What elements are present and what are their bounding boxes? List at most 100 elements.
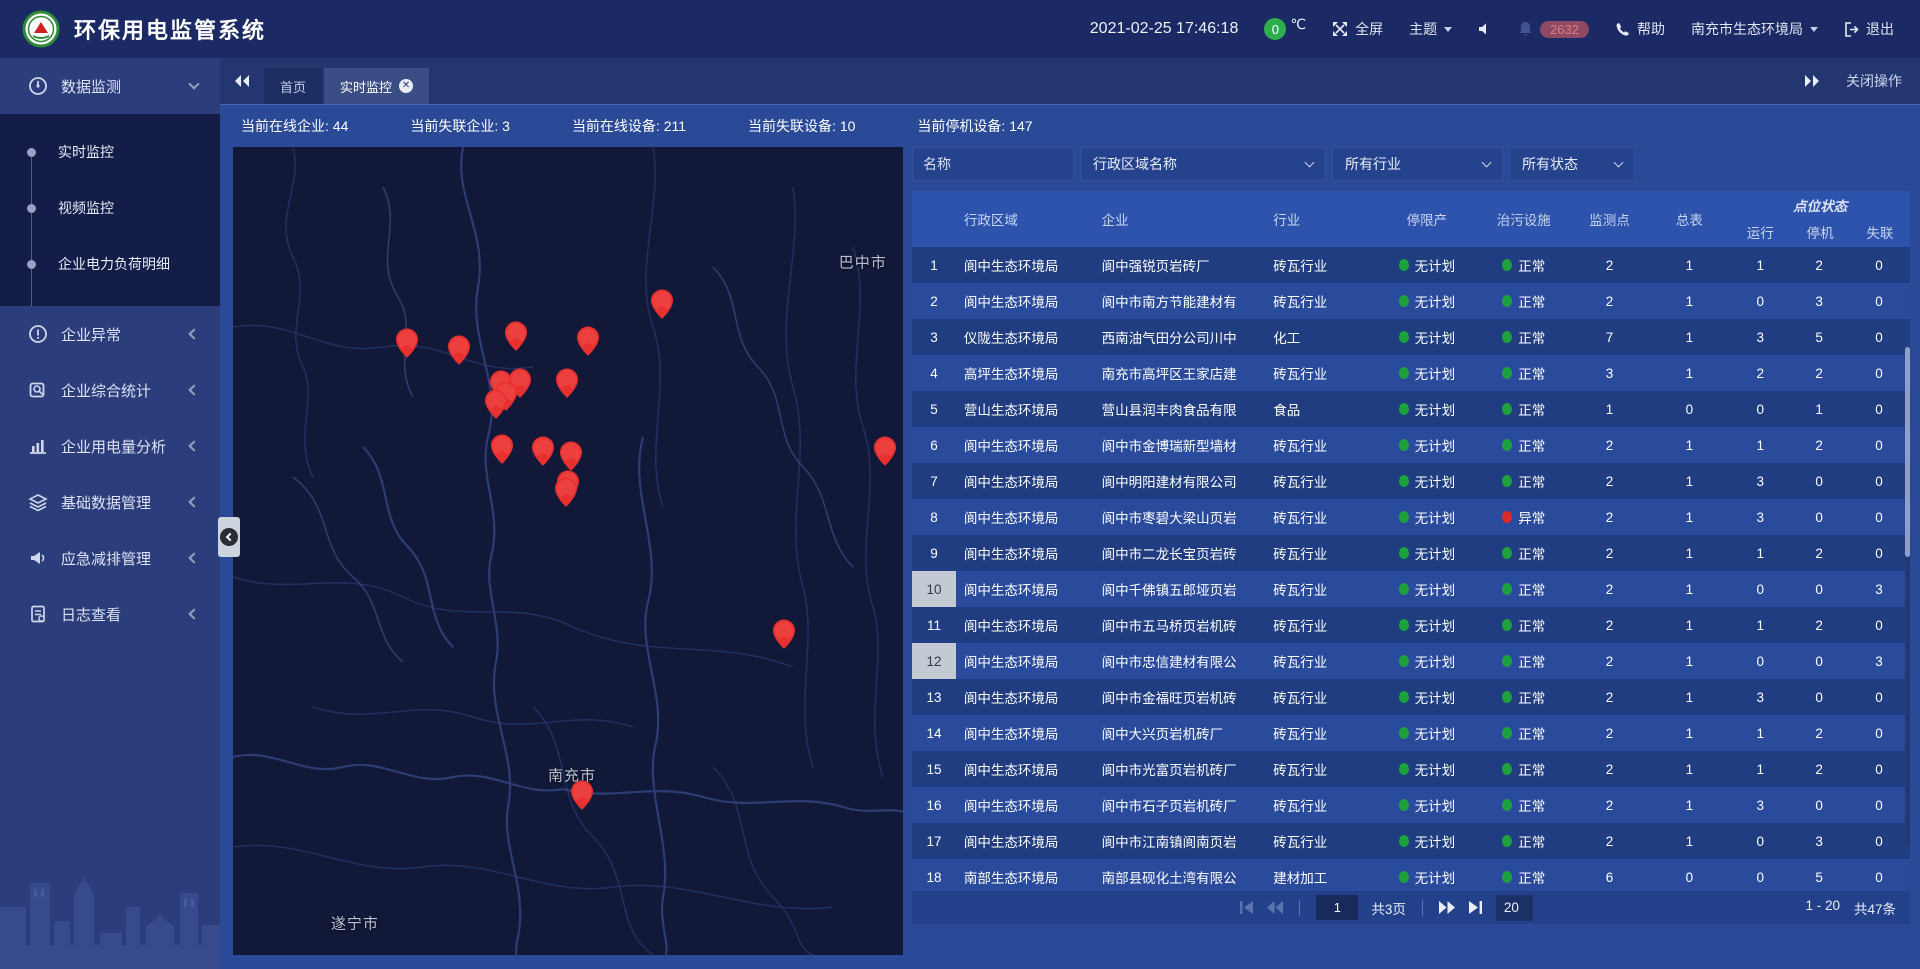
map-pin-7[interactable] <box>556 368 578 398</box>
table-row-13[interactable]: 13阆中生态环境局阆中市金福旺页岩机砖砖瓦行业无计划正常21300 <box>912 679 1910 715</box>
cell-run: 3 <box>1730 499 1790 535</box>
cell-industry: 砖瓦行业 <box>1265 427 1377 463</box>
facility-status-label: 正常 <box>1518 363 1545 383</box>
map-pin-12[interactable] <box>560 441 582 471</box>
cell-offline: 0 <box>1848 787 1910 823</box>
sidebar-item-6[interactable]: 日志查看 <box>0 586 220 642</box>
table-row-12[interactable]: 12阆中生态环境局阆中市忠信建材有限公砖瓦行业无计划正常21003 <box>912 643 1910 679</box>
first-page-button[interactable] <box>1239 901 1254 914</box>
cell-stop: 2 <box>1790 607 1848 643</box>
table-row-8[interactable]: 8阆中生态环境局阆中市枣碧大梁山页岩砖瓦行业无计划异常21300 <box>912 499 1910 535</box>
cell-region: 仪陇生态环境局 <box>956 319 1094 355</box>
cell-stop: 2 <box>1790 715 1848 751</box>
tabs-scroll-left-button[interactable] <box>220 58 264 104</box>
map-pin-9[interactable] <box>485 389 507 419</box>
col-facility-header: 治污设施 <box>1477 191 1571 247</box>
table-row-3[interactable]: 3仪陇生态环境局西南油气田分公司川中化工无计划正常71350 <box>912 319 1910 355</box>
table-row-7[interactable]: 7阆中生态环境局阆中明阳建材有限公司砖瓦行业无计划正常21300 <box>912 463 1910 499</box>
sidebar-subitem-0-2[interactable]: 企业电力负荷明细 <box>0 236 220 292</box>
app-root: 环保用电监管系统 2021-02-25 17:46:18 0 ℃ 全屏 主题 <box>0 0 1920 969</box>
right-panel: 行政区域名称 所有行业 所有状态 <box>912 147 1910 955</box>
table-row-5[interactable]: 5营山生态环境局营山县润丰肉食品有限食品无计划正常10010 <box>912 391 1910 427</box>
sidebar-subitem-0-0[interactable]: 实时监控 <box>0 124 220 180</box>
sidebar-item-0[interactable]: 数据监测 <box>0 58 220 114</box>
sidebar-item-4[interactable]: 基础数据管理 <box>0 474 220 530</box>
help-button[interactable]: 帮助 <box>1615 19 1665 39</box>
sidebar-subitem-0-1[interactable]: 视频监控 <box>0 180 220 236</box>
table-row-6[interactable]: 6阆中生态环境局阆中市金博瑞新型墙材砖瓦行业无计划正常21120 <box>912 427 1910 463</box>
sidebar-item-2[interactable]: 企业综合统计 <box>0 362 220 418</box>
map-pin-2[interactable] <box>505 321 527 351</box>
map-pin-11[interactable] <box>532 437 554 467</box>
table-row-18[interactable]: 18南部生态环境局南部县砚化土湾有限公建材加工无计划正常60050 <box>912 859 1910 891</box>
sidebar-collapse-button[interactable] <box>218 517 240 557</box>
map-pin-3[interactable] <box>577 326 599 356</box>
sidebar-item-3[interactable]: 企业用电量分析 <box>0 418 220 474</box>
sidebar-item-1[interactable]: 企业异常 <box>0 306 220 362</box>
map-pin-10[interactable] <box>491 434 513 464</box>
cell-meter: 1 <box>1648 715 1730 751</box>
cell-meter: 1 <box>1648 679 1730 715</box>
org-dropdown[interactable]: 南充市生态环境局 <box>1691 19 1818 39</box>
table-row-15[interactable]: 15阆中生态环境局阆中市光富页岩机砖厂砖瓦行业无计划正常21120 <box>912 751 1910 787</box>
map[interactable]: 巴中市南充市遂宁市 <box>233 147 903 955</box>
sidebar-item-5[interactable]: 应急减排管理 <box>0 530 220 586</box>
map-pin-1[interactable] <box>448 335 470 365</box>
status-dot-green-icon <box>1502 547 1512 559</box>
map-pin-0[interactable] <box>396 328 418 358</box>
map-city-label: 巴中市 <box>839 251 887 272</box>
bullet-icon <box>27 260 36 269</box>
status-filter-select[interactable]: 所有状态 <box>1509 147 1635 181</box>
chevron-left-icon <box>188 608 199 619</box>
cell-offline: 0 <box>1848 823 1910 859</box>
region-filter-select[interactable]: 行政区域名称 <box>1080 147 1326 181</box>
tab-close-icon[interactable]: ✕ <box>399 79 413 93</box>
table-row-9[interactable]: 9阆中生态环境局阆中市二龙长宝页岩砖砖瓦行业无计划正常21120 <box>912 535 1910 571</box>
map-pin-16[interactable] <box>773 619 795 649</box>
theme-dropdown[interactable]: 主题 <box>1409 19 1452 39</box>
map-pin-15[interactable] <box>874 437 896 467</box>
last-page-button[interactable] <box>1468 901 1483 914</box>
production-status-label: 无计划 <box>1415 795 1456 815</box>
table-scrollbar-track[interactable] <box>1905 347 1910 847</box>
status-dot-green-icon <box>1399 295 1409 307</box>
notifications[interactable]: 2632 <box>1518 21 1589 38</box>
map-pin-14[interactable] <box>555 477 577 507</box>
stat-value: 147 <box>1009 118 1032 134</box>
table-scrollbar-thumb[interactable] <box>1905 347 1910 557</box>
cell-production: 无计划 <box>1377 751 1477 787</box>
cell-production: 无计划 <box>1377 283 1477 319</box>
page-size-select[interactable]: 20 <box>1496 895 1533 921</box>
sidebar-item-label: 企业异常 <box>61 324 190 345</box>
table-row-10[interactable]: 10阆中生态环境局阆中千佛镇五郎垭页岩砖瓦行业无计划正常21003 <box>912 571 1910 607</box>
table-row-1[interactable]: 1阆中生态环境局阆中强锐页岩砖厂砖瓦行业无计划正常21120 <box>912 247 1910 283</box>
name-search-input[interactable] <box>912 147 1074 181</box>
tab-1[interactable]: 实时监控✕ <box>324 68 429 104</box>
filter-bar: 行政区域名称 所有行业 所有状态 <box>912 147 1910 181</box>
map-pin-17[interactable] <box>571 780 593 810</box>
cell-company: 阆中市二龙长宝页岩砖 <box>1094 535 1266 571</box>
cell-industry: 砖瓦行业 <box>1265 715 1377 751</box>
fullscreen-button[interactable]: 全屏 <box>1332 19 1383 39</box>
sound-button[interactable] <box>1478 22 1492 36</box>
cell-production: 无计划 <box>1377 355 1477 391</box>
tab-0[interactable]: 首页 <box>264 68 322 104</box>
industry-filter-select[interactable]: 所有行业 <box>1332 147 1503 181</box>
status-dot-green-icon <box>1399 727 1409 739</box>
map-pin-4[interactable] <box>651 289 673 319</box>
table-row-4[interactable]: 4高坪生态环境局南充市高坪区王家店建砖瓦行业无计划正常31220 <box>912 355 1910 391</box>
table-row-17[interactable]: 17阆中生态环境局阆中市江南镇阆南页岩砖瓦行业无计划正常21030 <box>912 823 1910 859</box>
cell-meter: 1 <box>1648 787 1730 823</box>
table-row-16[interactable]: 16阆中生态环境局阆中市石子页岩机砖厂砖瓦行业无计划正常21300 <box>912 787 1910 823</box>
logout-button[interactable]: 退出 <box>1844 19 1894 39</box>
table-row-11[interactable]: 11阆中生态环境局阆中市五马桥页岩机砖砖瓦行业无计划正常21120 <box>912 607 1910 643</box>
next-page-button[interactable] <box>1439 901 1455 914</box>
prev-page-button[interactable] <box>1267 901 1283 914</box>
chevron-left-icon <box>188 440 199 451</box>
close-operations-button[interactable]: 关闭操作 <box>1846 71 1902 91</box>
tabs-scroll-right-button[interactable] <box>1804 74 1820 88</box>
table-row-14[interactable]: 14阆中生态环境局阆中大兴页岩机砖厂砖瓦行业无计划正常21120 <box>912 715 1910 751</box>
page-number-input[interactable] <box>1316 895 1358 920</box>
table-row-2[interactable]: 2阆中生态环境局阆中市南方节能建材有砖瓦行业无计划正常21030 <box>912 283 1910 319</box>
notification-count-badge: 2632 <box>1540 21 1589 38</box>
